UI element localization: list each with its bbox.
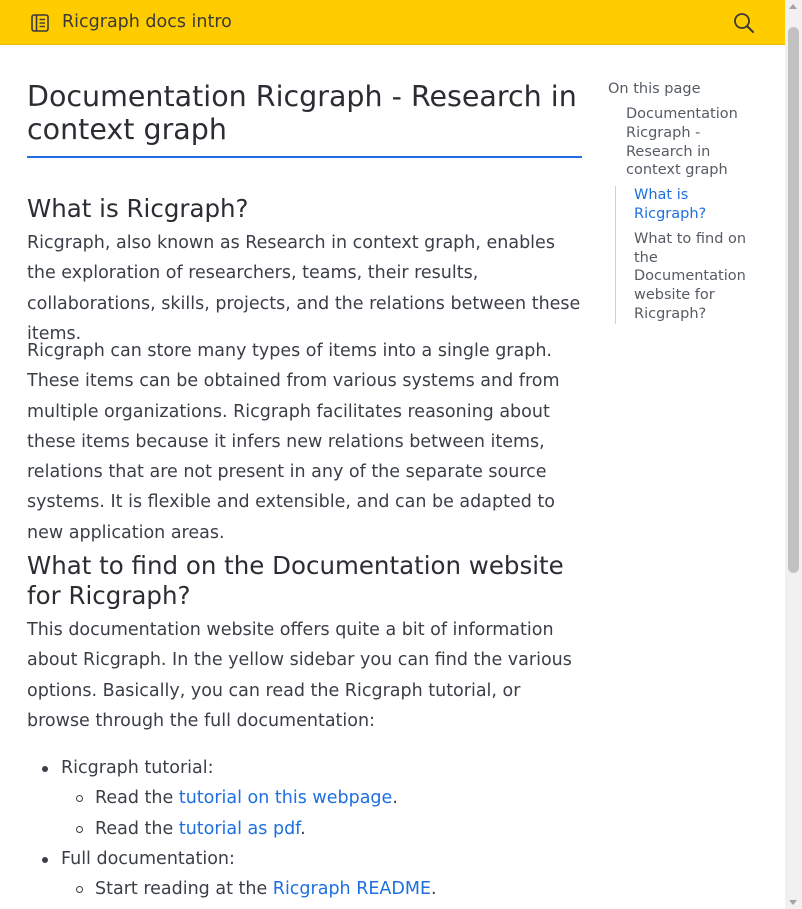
toc-title: On this page [608, 81, 701, 97]
list-item: Ricgraph tutorial: [27, 753, 583, 783]
main-content: Documentation Ricgraph - Research in con… [27, 80, 582, 899]
list-item: Read the tutorial as pdf. [27, 814, 583, 844]
toc-item-what-to-find[interactable]: What to find on the Documentation websit… [634, 230, 764, 324]
search-icon[interactable] [733, 12, 755, 34]
toc-item-documentation[interactable]: Documentation Ricgraph - Research in con… [626, 105, 756, 180]
scrollbar-thumb[interactable] [788, 27, 799, 573]
toc-item-what-is[interactable]: What is Ricgraph? [634, 186, 764, 224]
top-header: Ricgraph docs intro [0, 0, 785, 45]
book-icon[interactable] [30, 13, 50, 33]
section-heading-what-to-find: What to find on the Documentation websit… [27, 551, 564, 610]
scroll-up-arrow-icon[interactable] [789, 4, 797, 9]
tutorial-pdf-link[interactable]: tutorial as pdf [179, 819, 300, 839]
tutorial-webpage-link[interactable]: tutorial on this webpage [179, 788, 392, 808]
paragraph: Ricgraph, also known as Research in cont… [27, 233, 581, 344]
scrollbar[interactable] [785, 0, 802, 909]
page-title: Documentation Ricgraph - Research in con… [27, 80, 582, 158]
list-item: Start reading at the Ricgraph README. [27, 874, 583, 904]
paragraph: This documentation website offers quite … [27, 620, 572, 731]
doc-options-list: Ricgraph tutorial: Read the tutorial on … [27, 753, 583, 904]
table-of-contents: On this page Documentation Ricgraph - Re… [608, 79, 768, 324]
scroll-down-arrow-icon[interactable] [789, 900, 797, 905]
site-title[interactable]: Ricgraph docs intro [62, 11, 232, 33]
paragraph: Ricgraph can store many types of items i… [27, 341, 560, 543]
list-item: Read the tutorial on this webpage. [27, 783, 583, 813]
section-heading-what-is: What is Ricgraph? [27, 194, 249, 223]
list-item: Full documentation: [27, 844, 583, 874]
toc-subsection: What is Ricgraph? What to find on the Do… [615, 186, 764, 324]
readme-link[interactable]: Ricgraph README [273, 879, 431, 899]
